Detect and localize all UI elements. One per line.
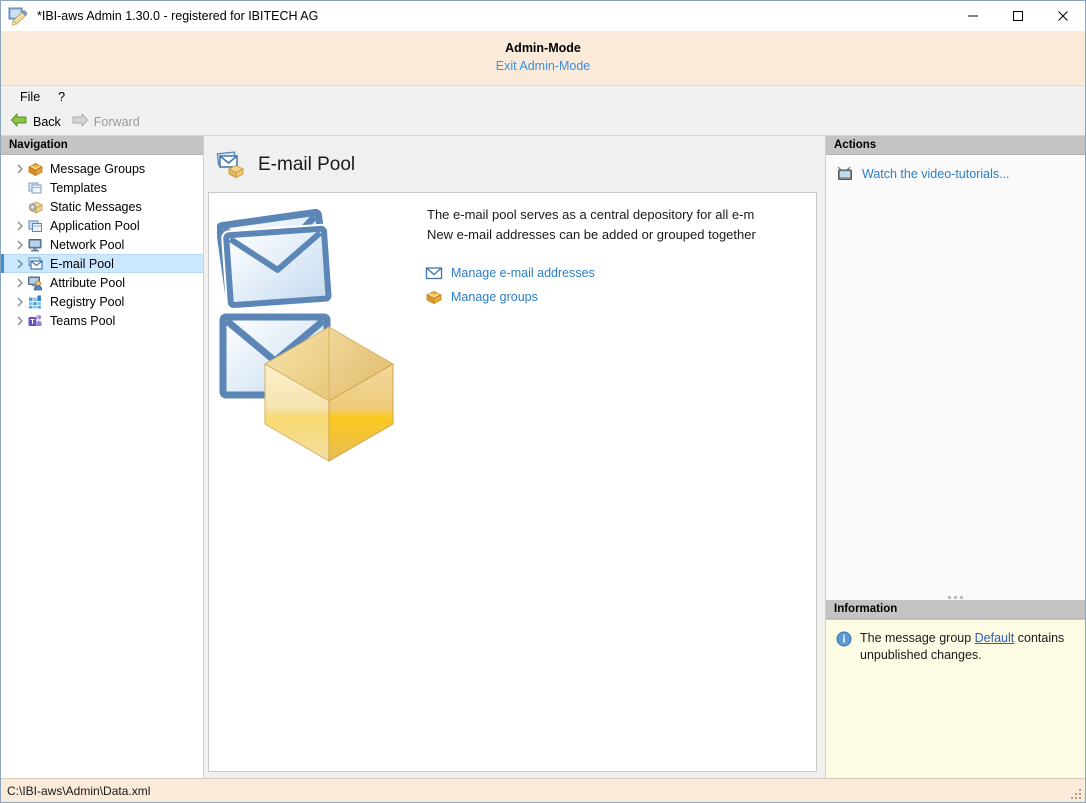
information-body: The message group Default contains unpub… bbox=[826, 619, 1085, 778]
navigation-header: Navigation bbox=[1, 136, 203, 155]
sidebar-item-label: Message Groups bbox=[50, 162, 145, 176]
box-orange-icon bbox=[425, 289, 443, 305]
content-panel: The e-mail pool serves as a central depo… bbox=[208, 192, 817, 772]
manage-email-addresses-link[interactable]: Manage e-mail addresses bbox=[425, 261, 595, 285]
windows-blue-icon bbox=[27, 218, 44, 234]
right-pane: Actions Watch the video-tutorials... bbox=[825, 136, 1085, 778]
minimize-button[interactable] bbox=[950, 1, 995, 31]
grid-blue-icon bbox=[27, 294, 44, 310]
sidebar-item-label: Teams Pool bbox=[50, 314, 115, 328]
sidebar-item-message-groups[interactable]: Message Groups bbox=[1, 159, 203, 178]
main-body: Navigation Message Groups bbox=[1, 136, 1085, 778]
exit-admin-mode-link[interactable]: Exit Admin-Mode bbox=[496, 57, 590, 76]
app-pen-icon bbox=[7, 5, 29, 27]
sidebar-item-label: Network Pool bbox=[50, 238, 124, 252]
chevron-right-icon[interactable] bbox=[13, 240, 27, 250]
sidebar-item-teams-pool[interactable]: T Teams Pool bbox=[1, 311, 203, 330]
chevron-right-icon[interactable] bbox=[13, 297, 27, 307]
menu-item-help[interactable]: ? bbox=[49, 88, 74, 106]
window-title: *IBI-aws Admin 1.30.0 - registered for I… bbox=[37, 9, 318, 23]
sidebar-item-email-pool[interactable]: E-mail Pool bbox=[1, 254, 203, 273]
watch-video-tutorials-link[interactable]: Watch the video-tutorials... bbox=[826, 163, 1085, 185]
window-controls bbox=[950, 1, 1085, 31]
content-pane: E-mail Pool bbox=[204, 136, 825, 778]
menu-bar: File ? bbox=[1, 86, 1085, 108]
action-label: Watch the video-tutorials... bbox=[862, 167, 1010, 181]
info-text-before: The message group bbox=[860, 631, 975, 645]
link-label: Manage groups bbox=[451, 290, 538, 304]
actions-header: Actions bbox=[826, 136, 1085, 155]
sidebar-item-registry-pool[interactable]: Registry Pool bbox=[1, 292, 203, 311]
actions-body: Watch the video-tutorials... bbox=[826, 155, 1085, 590]
close-button[interactable] bbox=[1040, 1, 1085, 31]
teams-icon: T bbox=[27, 313, 44, 329]
sidebar-item-network-pool[interactable]: Network Pool bbox=[1, 235, 203, 254]
tv-icon bbox=[836, 166, 854, 182]
chevron-right-icon[interactable] bbox=[13, 278, 27, 288]
info-icon bbox=[836, 631, 852, 647]
arrow-left-icon bbox=[10, 112, 28, 131]
description-line-2: New e-mail addresses can be added or gro… bbox=[427, 225, 817, 245]
content-task-links: Manage e-mail addresses Manage groups bbox=[425, 261, 595, 309]
back-label: Back bbox=[33, 115, 61, 129]
navigation-toolbar: Back Forward bbox=[1, 108, 1085, 136]
sidebar-item-label: Static Messages bbox=[50, 200, 142, 214]
windows-stack-icon bbox=[27, 180, 44, 196]
admin-mode-banner: Admin-Mode Exit Admin-Mode bbox=[1, 31, 1085, 86]
monitor-icon bbox=[27, 237, 44, 253]
envelope-stack-icon bbox=[27, 256, 44, 272]
forward-label: Forward bbox=[94, 115, 140, 129]
page-title: E-mail Pool bbox=[258, 154, 355, 176]
link-label: Manage e-mail addresses bbox=[451, 266, 595, 280]
title-bar: *IBI-aws Admin 1.30.0 - registered for I… bbox=[1, 1, 1085, 31]
splitter-dots-top bbox=[826, 590, 1085, 600]
forward-button[interactable]: Forward bbox=[68, 110, 147, 133]
manage-groups-link[interactable]: Manage groups bbox=[425, 285, 595, 309]
description-line-1: The e-mail pool serves as a central depo… bbox=[427, 205, 817, 225]
sidebar-item-label: Registry Pool bbox=[50, 295, 124, 309]
resize-grip-icon[interactable] bbox=[1068, 786, 1081, 799]
envelopes-and-box-illustration bbox=[217, 209, 417, 464]
chevron-right-icon[interactable] bbox=[13, 259, 27, 269]
menu-item-file[interactable]: File bbox=[11, 88, 49, 106]
navigation-tree: Message Groups Templates bbox=[1, 155, 203, 778]
information-header: Information bbox=[826, 600, 1085, 619]
navigation-pane: Navigation Message Groups bbox=[1, 136, 204, 778]
content-description: The e-mail pool serves as a central depo… bbox=[427, 205, 817, 245]
envelope-box-icon bbox=[216, 151, 246, 179]
status-bar: C:\IBI-aws\Admin\Data.xml bbox=[1, 778, 1085, 802]
content-header: E-mail Pool bbox=[208, 136, 817, 192]
svg-text:T: T bbox=[30, 319, 35, 326]
sidebar-item-static-messages[interactable]: Static Messages bbox=[1, 197, 203, 216]
sidebar-item-label: Templates bbox=[50, 181, 107, 195]
application-window: *IBI-aws Admin 1.30.0 - registered for I… bbox=[0, 0, 1086, 803]
status-path: C:\IBI-aws\Admin\Data.xml bbox=[7, 784, 150, 798]
chevron-right-icon[interactable] bbox=[13, 164, 27, 174]
sidebar-item-templates[interactable]: Templates bbox=[1, 178, 203, 197]
chevron-right-icon[interactable] bbox=[13, 221, 27, 231]
envelope-icon bbox=[425, 265, 443, 281]
chevron-right-icon[interactable] bbox=[13, 316, 27, 326]
sidebar-item-attribute-pool[interactable]: Attribute Pool bbox=[1, 273, 203, 292]
sidebar-item-label: Application Pool bbox=[50, 219, 140, 233]
box-orange-icon bbox=[27, 161, 44, 177]
sidebar-item-label: Attribute Pool bbox=[50, 276, 125, 290]
sidebar-item-label: E-mail Pool bbox=[50, 257, 114, 271]
arrow-right-icon bbox=[71, 112, 89, 131]
monitor-user-icon bbox=[27, 275, 44, 291]
default-group-link[interactable]: Default bbox=[975, 631, 1015, 645]
back-button[interactable]: Back bbox=[7, 110, 68, 133]
box-gear-icon bbox=[27, 199, 44, 215]
maximize-button[interactable] bbox=[995, 1, 1040, 31]
information-text: The message group Default contains unpub… bbox=[860, 630, 1075, 778]
admin-mode-title: Admin-Mode bbox=[505, 40, 581, 57]
sidebar-item-application-pool[interactable]: Application Pool bbox=[1, 216, 203, 235]
